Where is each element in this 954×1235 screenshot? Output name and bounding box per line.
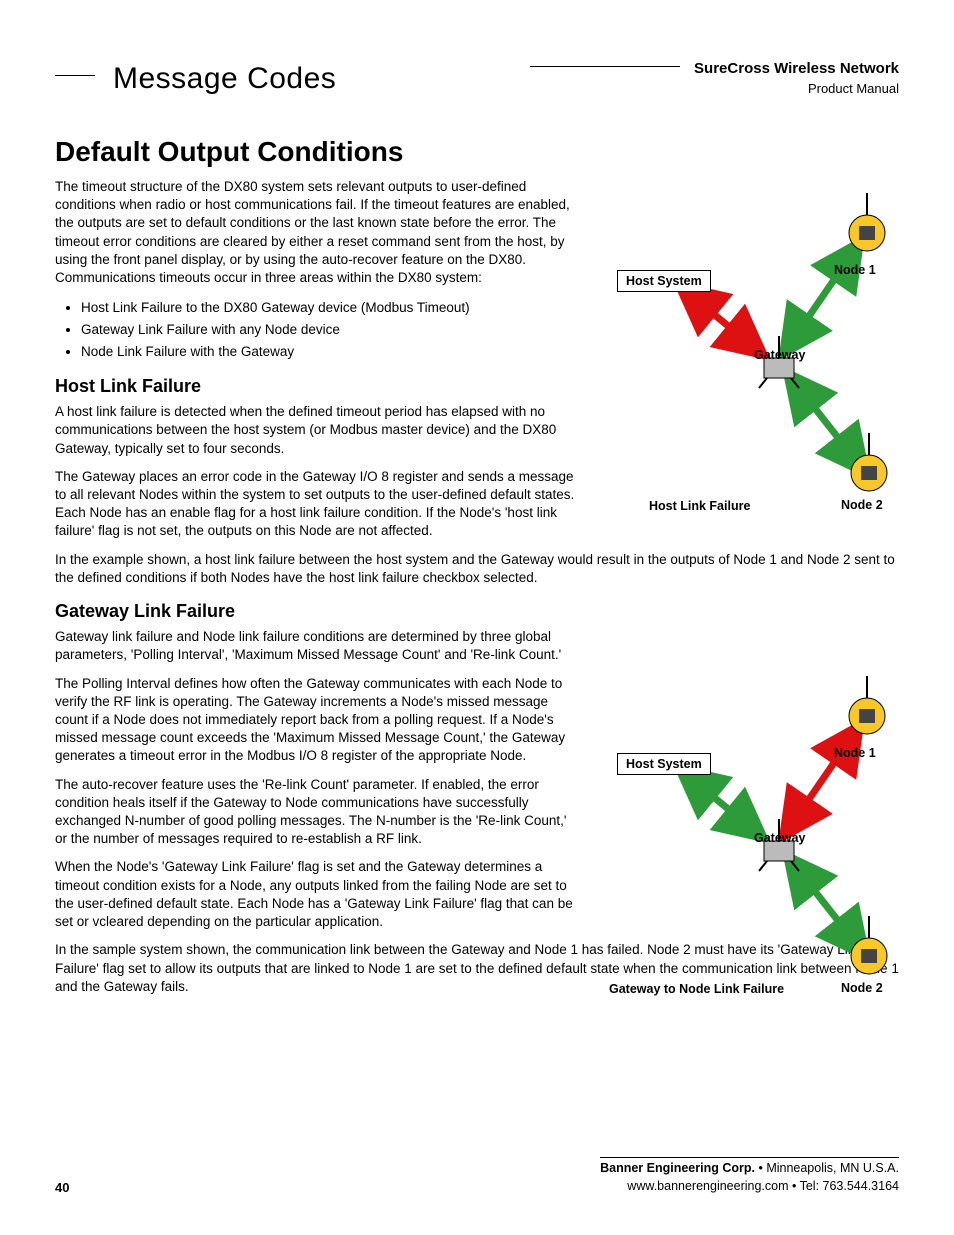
diagram2-caption: Gateway to Node Link Failure [609, 982, 784, 996]
page-header: Message Codes SureCross Wireless Network… [55, 60, 899, 96]
diagram-svg [609, 178, 909, 508]
gateway-p3: The auto-recover feature uses the 'Re-li… [55, 776, 575, 849]
host-p2: The Gateway places an error code in the … [55, 468, 575, 541]
section-default-output: The timeout structure of the DX80 system… [55, 178, 899, 587]
gateway-link-failure-diagram: Host System Gateway Node 1 Node 2 Gatewa… [609, 661, 909, 991]
page-number: 40 [55, 1180, 69, 1195]
section-gateway-link: Gateway Link Failure Gateway link failur… [55, 601, 899, 996]
node1-icon [849, 193, 885, 251]
node1-label: Node 1 [834, 746, 876, 760]
node2-label: Node 2 [841, 498, 883, 512]
footer-sep: • [755, 1161, 766, 1175]
node2-label: Node 2 [841, 981, 883, 995]
host-system-label: Host System [617, 270, 711, 292]
gateway-p1: Gateway link failure and Node link failu… [55, 628, 575, 664]
node1-label: Node 1 [834, 263, 876, 277]
footer-contact: www.bannerengineering.com • Tel: 763.544… [55, 1178, 899, 1196]
host-link-failure-diagram: Host System Gateway Node 1 Node 2 Host L… [609, 178, 909, 508]
diagram1-caption: Host Link Failure [649, 499, 750, 513]
section-title: Message Codes [113, 62, 336, 96]
header-rule-left [55, 75, 95, 76]
host-p1: A host link failure is detected when the… [55, 403, 575, 458]
gateway-icon [759, 336, 799, 388]
intro-paragraph: The timeout structure of the DX80 system… [55, 178, 575, 287]
node2-icon [851, 433, 887, 491]
gateway-label: Gateway [754, 348, 805, 362]
host-p3: In the example shown, a host link failur… [55, 551, 899, 587]
page-footer: Banner Engineering Corp. • Minneapolis, … [55, 1157, 899, 1195]
gateway-p4: When the Node's 'Gateway Link Failure' f… [55, 858, 575, 931]
node1-icon [849, 676, 885, 734]
document-subtitle: Product Manual [530, 81, 899, 96]
gateway-label: Gateway [754, 831, 805, 845]
footer-location: Minneapolis, MN U.S.A. [766, 1161, 899, 1175]
footer-company: Banner Engineering Corp. [600, 1161, 755, 1175]
page-title: Default Output Conditions [55, 136, 899, 168]
gateway-p2: The Polling Interval defines how often t… [55, 675, 575, 766]
diagram-svg [609, 661, 909, 991]
host-system-label: Host System [617, 753, 711, 775]
gateway-icon [759, 819, 799, 871]
header-rule-right [530, 66, 680, 67]
node2-icon [851, 916, 887, 974]
gateway-link-heading: Gateway Link Failure [55, 601, 899, 622]
brand-name: SureCross Wireless Network [694, 60, 899, 77]
